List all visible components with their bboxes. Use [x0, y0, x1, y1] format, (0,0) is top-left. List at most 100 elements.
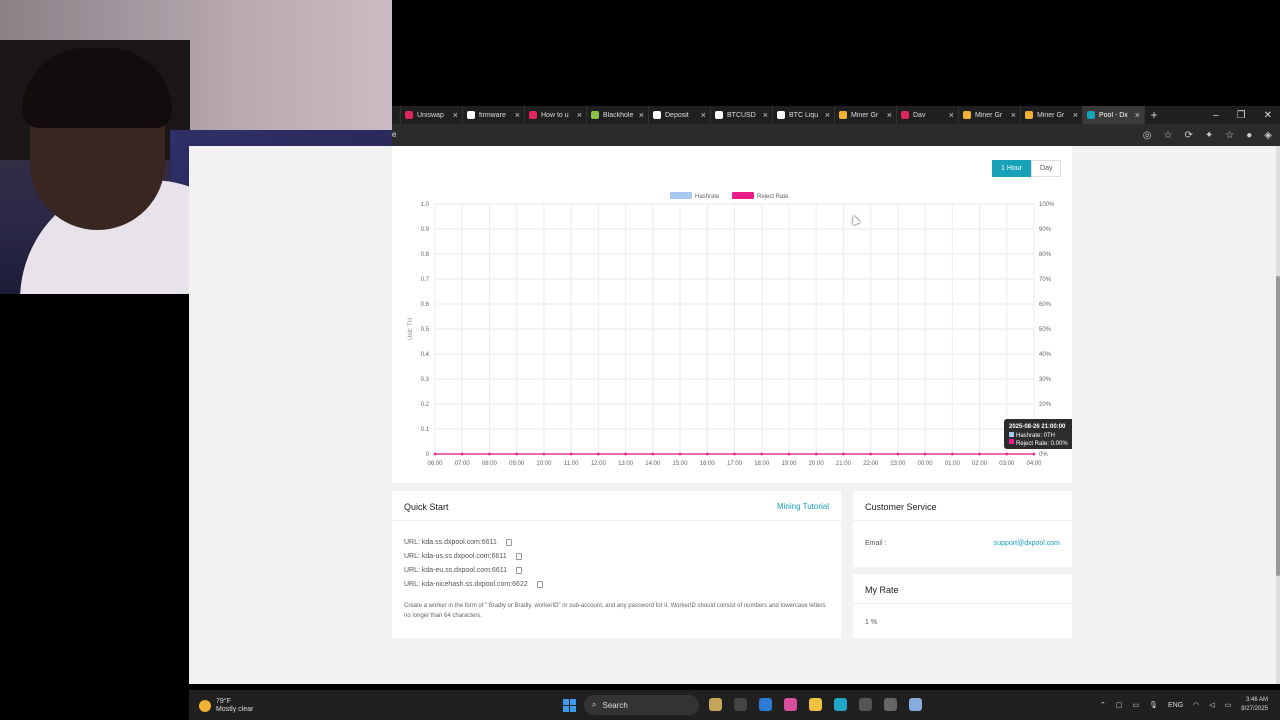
wifi-icon[interactable]: ◠: [1193, 701, 1199, 709]
data-point: [1005, 452, 1009, 456]
browser-tab[interactable]: Dav ×: [897, 106, 959, 124]
settings-app-icon[interactable]: [909, 698, 922, 711]
data-point: [951, 452, 954, 456]
store-app-icon[interactable]: [759, 698, 772, 711]
tab-favicon-icon: [963, 111, 971, 119]
data-point: [705, 452, 709, 456]
taskbar-search[interactable]: ⌕ Search: [584, 695, 699, 715]
data-point: [678, 452, 682, 456]
tab-close-icon[interactable]: ×: [1011, 110, 1016, 120]
browser-tab[interactable]: ×: [392, 106, 401, 124]
x-tick-label: 19:00: [781, 461, 797, 467]
mining-tutorial-link[interactable]: Mining Tutorial: [777, 502, 829, 511]
browser-tab[interactable]: Pool - Dx ×: [1083, 106, 1145, 124]
x-tick-label: 11:00: [564, 461, 579, 467]
y2-tick-label: 0%: [1039, 452, 1048, 458]
data-point: [651, 452, 655, 456]
tab-favicon-icon: [901, 111, 909, 119]
start-windows-icon[interactable]: [563, 699, 576, 712]
favorites-icon[interactable]: ☆: [1225, 130, 1234, 141]
favorite-star-icon[interactable]: ☆: [1164, 130, 1173, 141]
browser-tab[interactable]: Miner Gr ×: [835, 106, 897, 124]
data-point: [787, 452, 791, 456]
tab-favicon-icon: [529, 111, 537, 119]
y-tick-label: 0.3: [421, 377, 430, 383]
page-scrollbar[interactable]: [1276, 146, 1280, 684]
copy-icon[interactable]: [515, 567, 522, 574]
extensions-icon[interactable]: ⟳: [1185, 130, 1193, 141]
tab-close-icon[interactable]: ×: [515, 110, 520, 120]
browser-tab[interactable]: Deposit ×: [649, 106, 711, 124]
app-icon[interactable]: [884, 698, 897, 711]
browser-tab[interactable]: Blackhole ×: [587, 106, 649, 124]
tab-close-icon[interactable]: ×: [701, 110, 706, 120]
copilot-app-icon[interactable]: [784, 698, 797, 711]
tab-close-icon[interactable]: ×: [639, 110, 644, 120]
tab-label: Uniswap: [417, 111, 444, 119]
quick-start-card: Quick Start Mining Tutorial URL: kda.ss.…: [392, 491, 841, 638]
x-tick-label: 00:00: [918, 461, 934, 467]
pool-url: URL: kda-us.ss.dxpool.com:6611: [404, 553, 507, 560]
microphone-icon[interactable]: 🎙: [1149, 701, 1158, 709]
left-black-area: [0, 294, 189, 720]
new-tab-button[interactable]: +: [1145, 108, 1163, 122]
clock-date: 8/27/2025: [1241, 706, 1268, 712]
x-tick-label: 20:00: [809, 461, 825, 467]
edge-browser-icon[interactable]: [834, 698, 847, 711]
tray-network-drive-icon[interactable]: ▭: [1132, 701, 1139, 709]
tab-close-icon[interactable]: ×: [887, 110, 892, 120]
support-email-link[interactable]: support@dxpool.com: [994, 540, 1060, 547]
weather-widget[interactable]: 79°F Mostly clear: [199, 698, 253, 714]
browser-tab[interactable]: firmware ×: [463, 106, 525, 124]
close-window-button[interactable]: ✕: [1264, 110, 1272, 121]
copy-icon[interactable]: [515, 553, 522, 560]
x-tick-label: 03:00: [999, 461, 1015, 467]
restore-button[interactable]: ❐: [1237, 110, 1246, 121]
clock[interactable]: 3:46 AM 8/27/2025: [1241, 696, 1268, 714]
y2-tick-label: 60%: [1039, 302, 1052, 308]
scrollbar-thumb[interactable]: [1276, 276, 1280, 576]
search-icon: ⌕: [592, 700, 597, 709]
widgets-app-icon[interactable]: [709, 698, 722, 711]
terminal-app-icon[interactable]: [859, 698, 872, 711]
tab-close-icon[interactable]: ×: [1135, 110, 1140, 120]
x-tick-label: 13:00: [618, 461, 634, 467]
file-explorer-icon[interactable]: [809, 698, 822, 711]
x-tick-label: 02:00: [972, 461, 988, 467]
tab-close-icon[interactable]: ×: [949, 110, 954, 120]
browser-tab[interactable]: BTCUSD ×: [711, 106, 773, 124]
collections-icon[interactable]: ✦: [1205, 130, 1213, 141]
reader-icon[interactable]: ◎: [1143, 130, 1152, 141]
address-prefix[interactable]: e: [392, 130, 396, 139]
browser-tab[interactable]: How to u ×: [525, 106, 587, 124]
tray-app-icon[interactable]: ▢: [1116, 701, 1123, 709]
tray-chevron-icon[interactable]: ⌃: [1100, 701, 1106, 709]
tab-close-icon[interactable]: ×: [453, 110, 458, 120]
copilot-icon[interactable]: ◈: [1264, 130, 1272, 141]
pool-url-row: URL: kda-nicehash.ss.dxpool.com:6622: [404, 581, 543, 588]
copy-icon[interactable]: [505, 539, 512, 546]
tab-close-icon[interactable]: ×: [825, 110, 830, 120]
profile-avatar[interactable]: ●: [1246, 130, 1252, 141]
tab-close-icon[interactable]: ×: [577, 110, 582, 120]
volume-icon[interactable]: ◁: [1209, 701, 1214, 709]
battery-icon[interactable]: ▭: [1225, 701, 1232, 709]
browser-tab[interactable]: BTC Liqu ×: [773, 106, 835, 124]
weather-moon-icon: [199, 700, 211, 712]
copy-icon[interactable]: [536, 581, 543, 588]
browser-tab[interactable]: Miner Gr ×: [1021, 106, 1083, 124]
customer-service-card: Customer Service Email : support@dxpool.…: [853, 491, 1072, 567]
minimize-button[interactable]: –: [1213, 110, 1219, 121]
y2-tick-label: 50%: [1039, 327, 1052, 333]
tab-label: Miner Gr: [851, 111, 879, 119]
tab-close-icon[interactable]: ×: [1073, 110, 1078, 120]
x-tick-label: 22:00: [863, 461, 879, 467]
tab-favicon-icon: [1025, 111, 1033, 119]
page-content: 1 Hour Day 00%0.110%0.220%0.330%0.440%0.…: [189, 146, 1276, 684]
browser-tab[interactable]: Uniswap ×: [401, 106, 463, 124]
browser-tab[interactable]: Miner Gr ×: [959, 106, 1021, 124]
language-indicator[interactable]: ENG: [1168, 702, 1183, 709]
task-view-icon[interactable]: [734, 698, 747, 711]
y-tick-label: 0.6: [421, 302, 430, 308]
tab-close-icon[interactable]: ×: [763, 110, 768, 120]
